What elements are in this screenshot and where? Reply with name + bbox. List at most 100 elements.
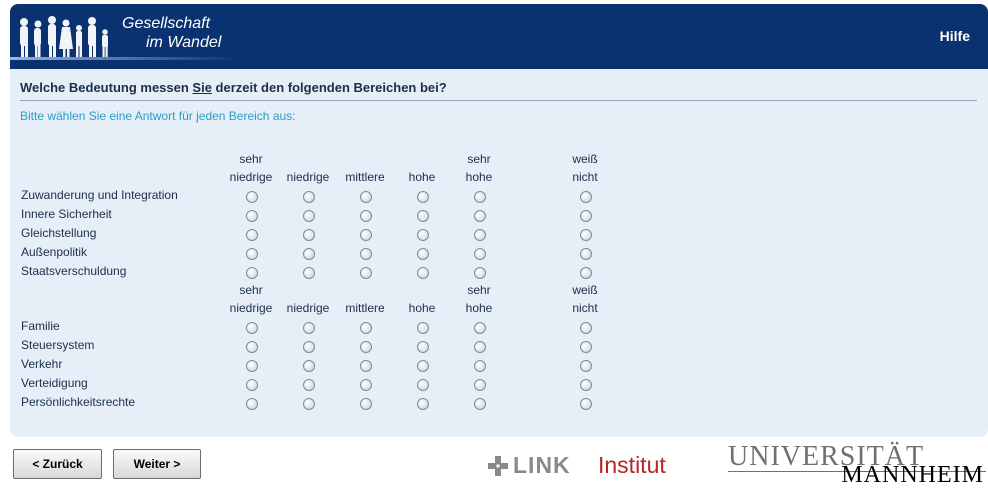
radio-g1-row3-col5[interactable] xyxy=(474,229,486,241)
radio-g2-row5-col5[interactable] xyxy=(474,398,486,410)
radio-g2-row2-col5[interactable] xyxy=(474,341,486,353)
radio-g2-row4-col6[interactable] xyxy=(580,379,592,391)
column-header-line2: hohe xyxy=(408,301,436,315)
column-header-line1: weiß xyxy=(572,283,598,297)
radio-g2-row2-col4[interactable] xyxy=(417,341,429,353)
radio-g1-row5-col2[interactable] xyxy=(303,267,315,279)
question-prefix: Welche Bedeutung messen xyxy=(20,80,193,95)
row-label: Verkehr xyxy=(21,357,63,371)
column-header-line2: niedrige xyxy=(286,301,330,315)
question-panel: Welche Bedeutung messen Sie derzeit den … xyxy=(10,69,988,437)
radio-g2-row4-col2[interactable] xyxy=(303,379,315,391)
column-header-very-low: sehr niedrige xyxy=(221,150,281,186)
back-button[interactable]: < Zurück xyxy=(13,449,102,479)
column-header-low: niedrige xyxy=(278,281,338,317)
help-link[interactable]: Hilfe xyxy=(940,28,970,44)
radio-g2-row3-col5[interactable] xyxy=(474,360,486,372)
column-header-medium: mittlere xyxy=(335,281,395,317)
radio-g1-row1-col2[interactable] xyxy=(303,191,315,203)
column-header-high: hohe xyxy=(392,281,452,317)
column-header-line1 xyxy=(335,150,395,168)
column-header-dont-know: weiß nicht xyxy=(555,150,615,186)
radio-g2-row4-col3[interactable] xyxy=(360,379,372,391)
radio-g2-row2-col6[interactable] xyxy=(580,341,592,353)
radio-g1-row2-col2[interactable] xyxy=(303,210,315,222)
radio-g1-row5-col1[interactable] xyxy=(246,267,258,279)
column-header-line1 xyxy=(392,281,452,299)
radio-g2-row1-col2[interactable] xyxy=(303,322,315,334)
radio-g1-row5-col6[interactable] xyxy=(580,267,592,279)
radio-g2-row3-col2[interactable] xyxy=(303,360,315,372)
radio-g1-row4-col4[interactable] xyxy=(417,248,429,260)
radio-g1-row2-col1[interactable] xyxy=(246,210,258,222)
radio-g2-row4-col1[interactable] xyxy=(246,379,258,391)
question-divider xyxy=(20,100,977,101)
radio-g1-row3-col3[interactable] xyxy=(360,229,372,241)
radio-g1-row4-col3[interactable] xyxy=(360,248,372,260)
radio-g1-row5-col3[interactable] xyxy=(360,267,372,279)
radio-g1-row1-col4[interactable] xyxy=(417,191,429,203)
radio-g2-row2-col2[interactable] xyxy=(303,341,315,353)
row-label: Innere Sicherheit xyxy=(21,207,112,221)
radio-g2-row1-col3[interactable] xyxy=(360,322,372,334)
radio-g2-row5-col1[interactable] xyxy=(246,398,258,410)
radio-g2-row5-col6[interactable] xyxy=(580,398,592,410)
radio-g1-row1-col6[interactable] xyxy=(580,191,592,203)
column-header-line2: hohe xyxy=(408,170,436,184)
column-header-line1: sehr xyxy=(239,152,263,166)
radio-g1-row2-col5[interactable] xyxy=(474,210,486,222)
next-button[interactable]: Weiter > xyxy=(113,449,201,479)
radio-g1-row3-col4[interactable] xyxy=(417,229,429,241)
column-header-line1 xyxy=(278,281,338,299)
radio-g2-row5-col2[interactable] xyxy=(303,398,315,410)
instruction-text: Bitte wählen Sie eine Antwort für jeden … xyxy=(20,109,296,123)
radio-g1-row2-col3[interactable] xyxy=(360,210,372,222)
radio-g1-row5-col5[interactable] xyxy=(474,267,486,279)
radio-g1-row1-col3[interactable] xyxy=(360,191,372,203)
radio-g2-row4-col5[interactable] xyxy=(474,379,486,391)
radio-g2-row2-col1[interactable] xyxy=(246,341,258,353)
column-header-medium: mittlere xyxy=(335,150,395,186)
radio-g1-row5-col4[interactable] xyxy=(417,267,429,279)
logo-underline xyxy=(10,57,240,60)
radio-g1-row3-col2[interactable] xyxy=(303,229,315,241)
radio-g2-row4-col4[interactable] xyxy=(417,379,429,391)
column-header-line2: mittlere xyxy=(345,301,385,315)
question-text: Welche Bedeutung messen Sie derzeit den … xyxy=(20,80,447,95)
column-header-line2: niedrige xyxy=(229,170,273,184)
radio-g1-row1-col1[interactable] xyxy=(246,191,258,203)
radio-g2-row1-col5[interactable] xyxy=(474,322,486,334)
radio-g2-row5-col3[interactable] xyxy=(360,398,372,410)
radio-g2-row3-col1[interactable] xyxy=(246,360,258,372)
radio-g1-row3-col1[interactable] xyxy=(246,229,258,241)
row-label: Gleichstellung xyxy=(21,226,97,240)
radio-g1-row4-col2[interactable] xyxy=(303,248,315,260)
column-header-line1 xyxy=(392,150,452,168)
radio-g1-row3-col6[interactable] xyxy=(580,229,592,241)
radio-g2-row1-col6[interactable] xyxy=(580,322,592,334)
radio-g2-row3-col4[interactable] xyxy=(417,360,429,372)
column-header-line2: nicht xyxy=(572,301,598,315)
row-label: Familie xyxy=(21,319,60,333)
radio-g2-row3-col6[interactable] xyxy=(580,360,592,372)
link-institut-word: Institut xyxy=(598,452,666,478)
radio-g2-row3-col3[interactable] xyxy=(360,360,372,372)
radio-g1-row4-col5[interactable] xyxy=(474,248,486,260)
radio-g1-row2-col6[interactable] xyxy=(580,210,592,222)
column-header-line2: mittlere xyxy=(345,170,385,184)
column-header-line2: hohe xyxy=(465,301,493,315)
radio-g2-row2-col3[interactable] xyxy=(360,341,372,353)
radio-g1-row4-col1[interactable] xyxy=(246,248,258,260)
link-cross-icon xyxy=(488,456,508,476)
column-header-very-low: sehr niedrige xyxy=(221,281,281,317)
row-label: Staatsverschuldung xyxy=(21,264,127,278)
radio-g1-row1-col5[interactable] xyxy=(474,191,486,203)
radio-g2-row1-col4[interactable] xyxy=(417,322,429,334)
link-wordmark: LINK xyxy=(513,452,571,478)
radio-g2-row1-col1[interactable] xyxy=(246,322,258,334)
radio-g1-row2-col4[interactable] xyxy=(417,210,429,222)
radio-g2-row5-col4[interactable] xyxy=(417,398,429,410)
row-label: Verteidigung xyxy=(21,376,88,390)
radio-g1-row4-col6[interactable] xyxy=(580,248,592,260)
logo-text: Gesellschaft im Wandel xyxy=(122,14,221,52)
